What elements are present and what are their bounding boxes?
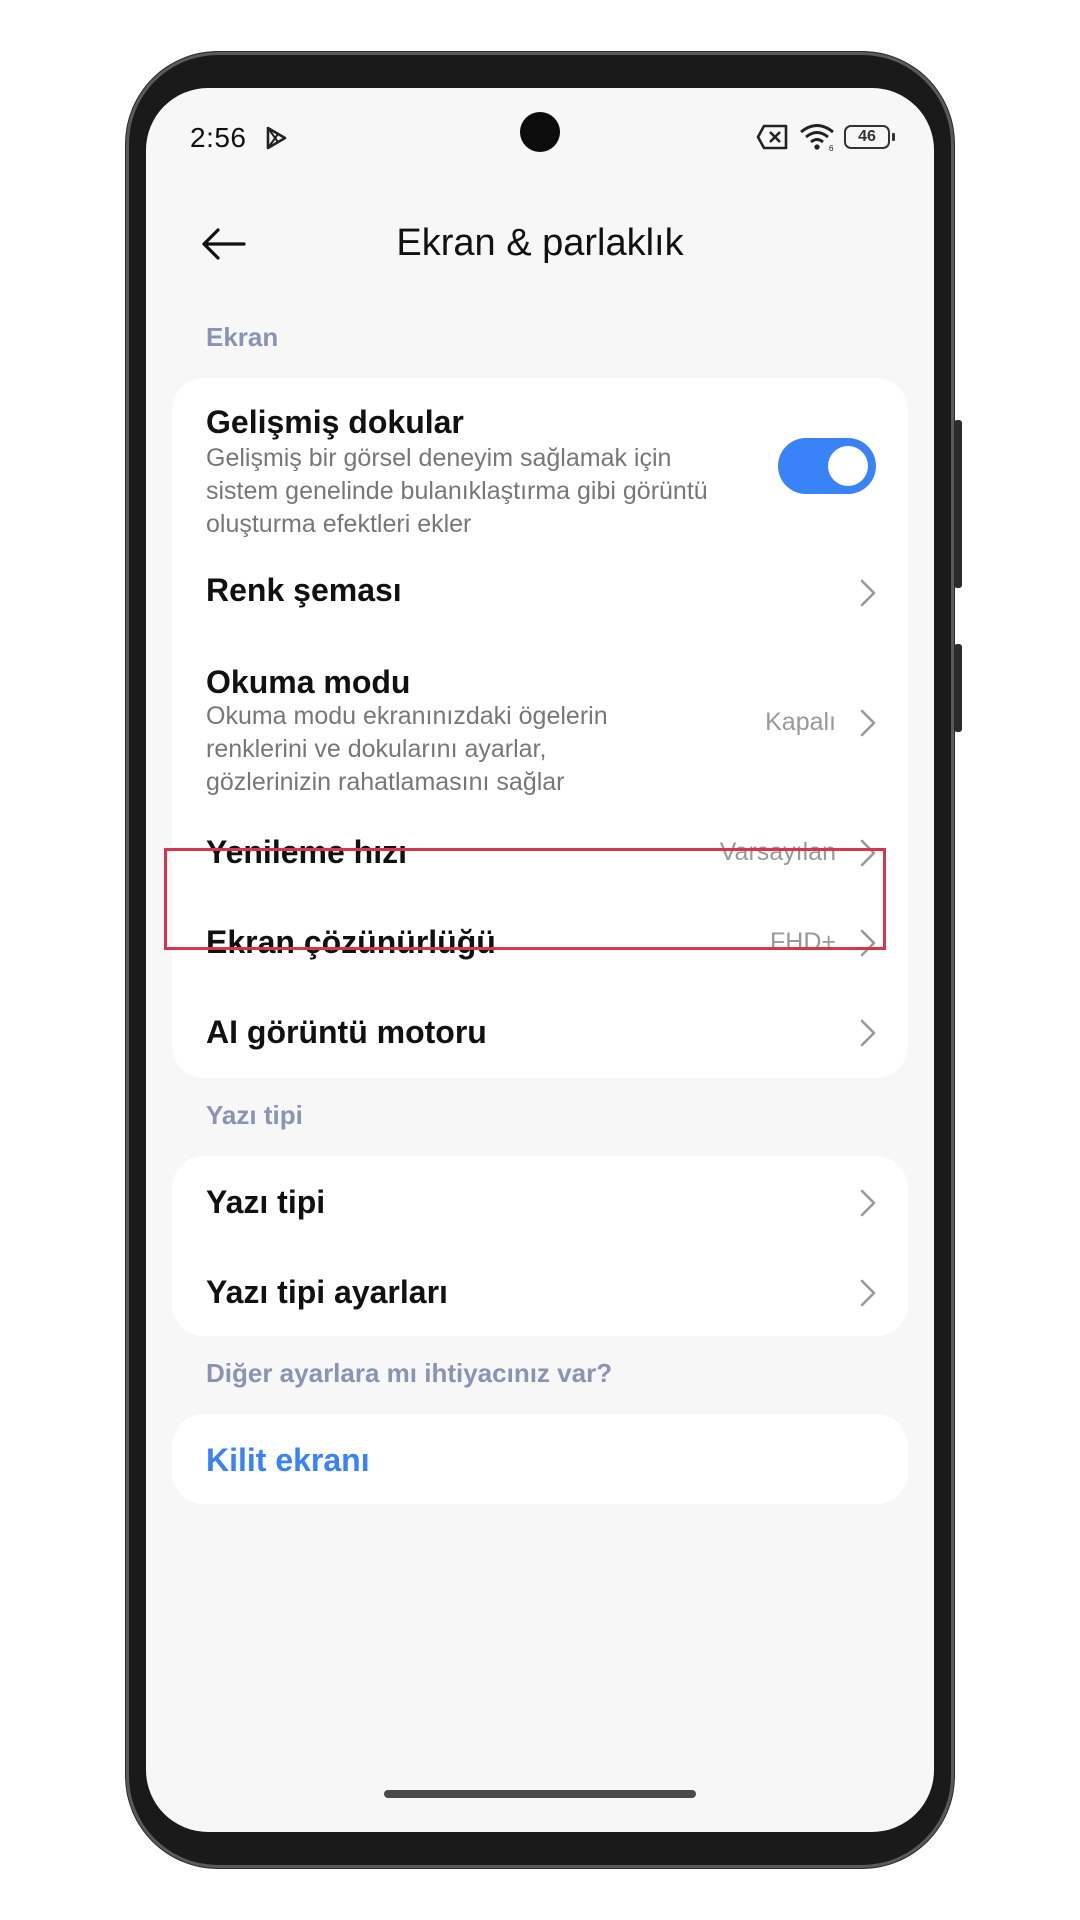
chevron-right-icon xyxy=(860,579,876,607)
home-indicator[interactable] xyxy=(384,1790,696,1798)
chevron-right-icon xyxy=(860,709,876,737)
phone-frame: 2:56 6 46 Ekran & parlaklık Ekran Gelişm… xyxy=(126,52,962,1868)
app-header: Ekran & parlaklık xyxy=(146,198,934,308)
volume-button xyxy=(954,420,962,588)
setting-title: AI görüntü motoru xyxy=(206,1014,487,1050)
chevron-right-icon xyxy=(860,1189,876,1217)
setting-row-ai-image-engine[interactable]: AI görüntü motoru xyxy=(172,988,908,1078)
card-font: Yazı tipi Yazı tipi ayarları xyxy=(172,1156,908,1336)
setting-row-font-settings[interactable]: Yazı tipi ayarları xyxy=(172,1246,908,1336)
setting-row-reading-mode[interactable]: Okuma modu Okuma modu ekranınızdaki ögel… xyxy=(172,638,908,808)
setting-row-advanced-textures[interactable]: Gelişmiş dokular Gelişmiş bir görsel den… xyxy=(172,378,908,548)
setting-value: Kapalı xyxy=(765,708,836,736)
sim-x-icon xyxy=(756,124,788,150)
wifi-icon: 6 xyxy=(800,124,834,152)
power-button xyxy=(954,644,962,732)
setting-title: Okuma modu xyxy=(206,664,411,700)
screen: 2:56 6 46 Ekran & parlaklık Ekran Gelişm… xyxy=(146,88,934,1832)
advanced-textures-toggle[interactable] xyxy=(778,438,876,494)
setting-row-color-scheme[interactable]: Renk şeması xyxy=(172,548,908,638)
front-camera xyxy=(520,112,560,152)
setting-title: Gelişmiş dokular xyxy=(206,404,464,440)
status-icons: 6 46 xyxy=(756,122,895,152)
setting-description: Gelişmiş bir görsel deneyim sağlamak içi… xyxy=(206,444,708,538)
svg-text:6: 6 xyxy=(829,144,834,152)
page-title: Ekran & parlaklık xyxy=(396,222,684,264)
setting-title: Yazı tipi xyxy=(206,1184,326,1220)
card-other-settings: Kilit ekranı xyxy=(172,1414,908,1504)
section-label-other-settings: Diğer ayarlara mı ihtiyacınız var? xyxy=(206,1358,613,1388)
section-label-ekran: Ekran xyxy=(206,322,279,352)
play-store-icon xyxy=(266,126,287,150)
battery-level: 46 xyxy=(858,128,876,145)
status-bar: 2:56 6 46 xyxy=(146,88,934,188)
setting-description: Okuma modu ekranınızdaki ögelerin renkle… xyxy=(206,702,608,796)
setting-title: Renk şeması xyxy=(206,572,402,608)
card-ekran: Gelişmiş dokular Gelişmiş bir görsel den… xyxy=(172,378,908,1078)
battery-icon: 46 xyxy=(844,125,895,149)
setting-row-font[interactable]: Yazı tipi xyxy=(172,1156,908,1246)
setting-title: Yazı tipi ayarları xyxy=(206,1274,448,1310)
setting-row-lock-screen[interactable]: Kilit ekranı xyxy=(172,1414,908,1504)
status-time: 2:56 xyxy=(190,122,247,153)
section-label-font: Yazı tipi xyxy=(206,1100,303,1130)
lock-screen-link[interactable]: Kilit ekranı xyxy=(206,1442,370,1479)
highlight-box xyxy=(164,848,886,950)
toggle-knob xyxy=(828,446,868,486)
chevron-right-icon xyxy=(860,1279,876,1307)
chevron-right-icon xyxy=(860,1019,876,1047)
